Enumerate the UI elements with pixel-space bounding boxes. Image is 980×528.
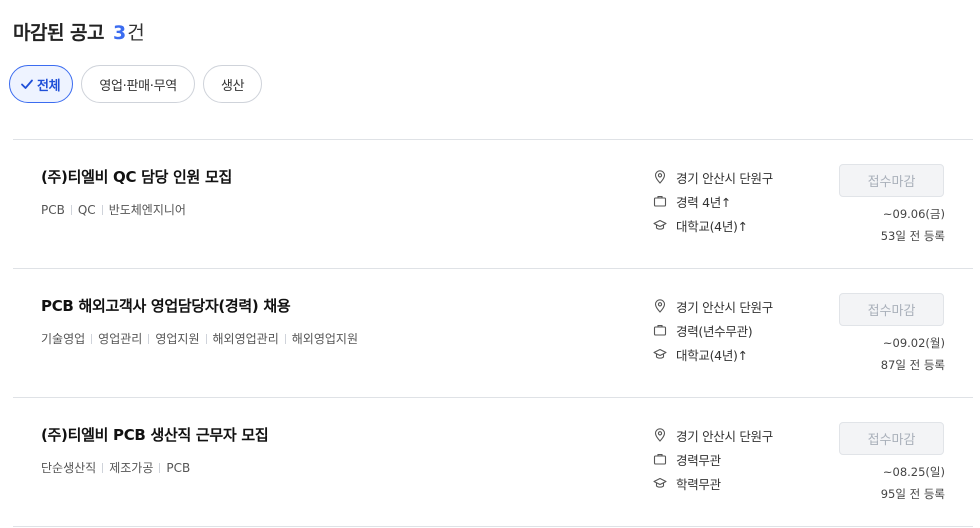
job-tag: 단순생산직 [41, 461, 97, 475]
briefcase-icon [653, 325, 667, 336]
job-tags: 단순생산직 제조가공 PCB [41, 459, 190, 476]
job-tag: 영업지원 [155, 332, 200, 346]
job-experience: 경력무관 [653, 447, 773, 471]
apply-closed-button[interactable]: 접수마감 [839, 164, 944, 197]
job-tag: PCB [166, 460, 191, 475]
page-header: 마감된 공고 3 건 [13, 18, 145, 45]
briefcase-icon [653, 454, 667, 465]
filter-chips: 전체 영업·판매·무역 생산 [9, 65, 263, 103]
job-experience-text: 경력(년수무관) [676, 323, 753, 339]
job-tag: PCB [41, 202, 65, 217]
job-location-text: 경기 안산시 단원구 [676, 299, 773, 315]
filter-chip-label: 전체 [37, 78, 61, 94]
briefcase-icon [653, 196, 667, 207]
graduation-cap-icon [653, 348, 667, 359]
check-icon [21, 79, 33, 89]
job-tag: 해외영업관리 [212, 332, 279, 346]
page-title: 마감된 공고 [13, 22, 105, 44]
job-tags: 기술영업 영업관리 영업지원 해외영업관리 해외영업지원 [41, 330, 358, 347]
job-title-link[interactable]: (주)티엘비 QC 담당 인원 모집 [41, 166, 232, 187]
job-tag: 해외영업지원 [291, 332, 359, 346]
job-tag: 제조가공 [109, 461, 154, 475]
job-posted-date: 95일 전 등록 [880, 487, 945, 501]
job-posted-date: 53일 전 등록 [880, 229, 945, 243]
filter-chip-production[interactable]: 생산 [202, 65, 263, 103]
job-tag: 영업관리 [98, 332, 143, 346]
job-posted-date: 87일 전 등록 [880, 358, 945, 372]
job-experience-text: 경력 4년↑ [676, 194, 732, 210]
filter-chip-all[interactable]: 전체 [9, 65, 74, 103]
job-title-link[interactable]: (주)티엘비 PCB 생산직 근무자 모집 [41, 424, 269, 445]
job-deadline: ~08.25(일) [882, 465, 945, 479]
tag-divider [91, 333, 93, 344]
apply-closed-button[interactable]: 접수마감 [839, 293, 944, 326]
job-deadline: ~09.02(월) [882, 336, 945, 350]
map-pin-icon [654, 299, 666, 313]
job-deadline: ~09.06(금) [882, 207, 945, 221]
job-location-text: 경기 안산시 단원구 [676, 170, 773, 186]
job-item: (주)티엘비 PCB 생산직 근무자 모집 단순생산직 제조가공 PCB 경기 … [13, 397, 973, 527]
tag-divider [102, 462, 104, 473]
map-pin-icon [654, 428, 666, 442]
tag-divider [148, 333, 150, 344]
job-location: 경기 안산시 단원구 [653, 294, 773, 318]
tag-divider [284, 333, 286, 344]
job-location: 경기 안산시 단원구 [653, 423, 773, 447]
job-tag: QC [77, 202, 96, 217]
result-count-unit: 건 [127, 22, 145, 44]
filter-chip-label: 영업·판매·무역 [99, 78, 177, 94]
job-experience-text: 경력무관 [676, 452, 721, 468]
tag-divider [159, 462, 161, 473]
apply-closed-button[interactable]: 접수마감 [839, 422, 944, 455]
job-item: (주)티엘비 QC 담당 인원 모집 PCB QC 반도체엔지니어 경기 안산시… [13, 139, 973, 268]
filter-chip-label: 생산 [220, 78, 245, 94]
job-tag: 기술영업 [41, 332, 86, 346]
job-education: 학력무관 [653, 471, 773, 495]
job-list: (주)티엘비 QC 담당 인원 모집 PCB QC 반도체엔지니어 경기 안산시… [13, 139, 973, 527]
tag-divider [101, 204, 103, 215]
job-education-text: 대학교(4년)↑ [676, 347, 748, 363]
map-pin-icon [654, 170, 666, 184]
job-experience: 경력 4년↑ [653, 189, 773, 213]
job-location: 경기 안산시 단원구 [653, 165, 773, 189]
graduation-cap-icon [653, 219, 667, 230]
graduation-cap-icon [653, 477, 667, 488]
job-education: 대학교(4년)↑ [653, 342, 773, 366]
result-count: 3 [113, 22, 127, 44]
job-title-link[interactable]: PCB 해외고객사 영업담당자(경력) 채용 [41, 295, 291, 316]
tag-divider [205, 333, 207, 344]
job-education-text: 학력무관 [676, 476, 721, 492]
job-tags: PCB QC 반도체엔지니어 [41, 201, 186, 218]
job-meta: 경기 안산시 단원구 경력 4년↑ 대학교(4년)↑ [653, 165, 773, 237]
job-education: 대학교(4년)↑ [653, 213, 773, 237]
job-meta: 경기 안산시 단원구 경력(년수무관) 대학교(4년)↑ [653, 294, 773, 366]
job-item: PCB 해외고객사 영업담당자(경력) 채용 기술영업 영업관리 영업지원 해외… [13, 268, 973, 397]
job-experience: 경력(년수무관) [653, 318, 773, 342]
job-location-text: 경기 안산시 단원구 [676, 428, 773, 444]
tag-divider [70, 204, 72, 215]
job-education-text: 대학교(4년)↑ [676, 218, 748, 234]
job-meta: 경기 안산시 단원구 경력무관 학력무관 [653, 423, 773, 495]
job-tag: 반도체엔지니어 [108, 203, 186, 217]
filter-chip-sales[interactable]: 영업·판매·무역 [81, 65, 195, 103]
